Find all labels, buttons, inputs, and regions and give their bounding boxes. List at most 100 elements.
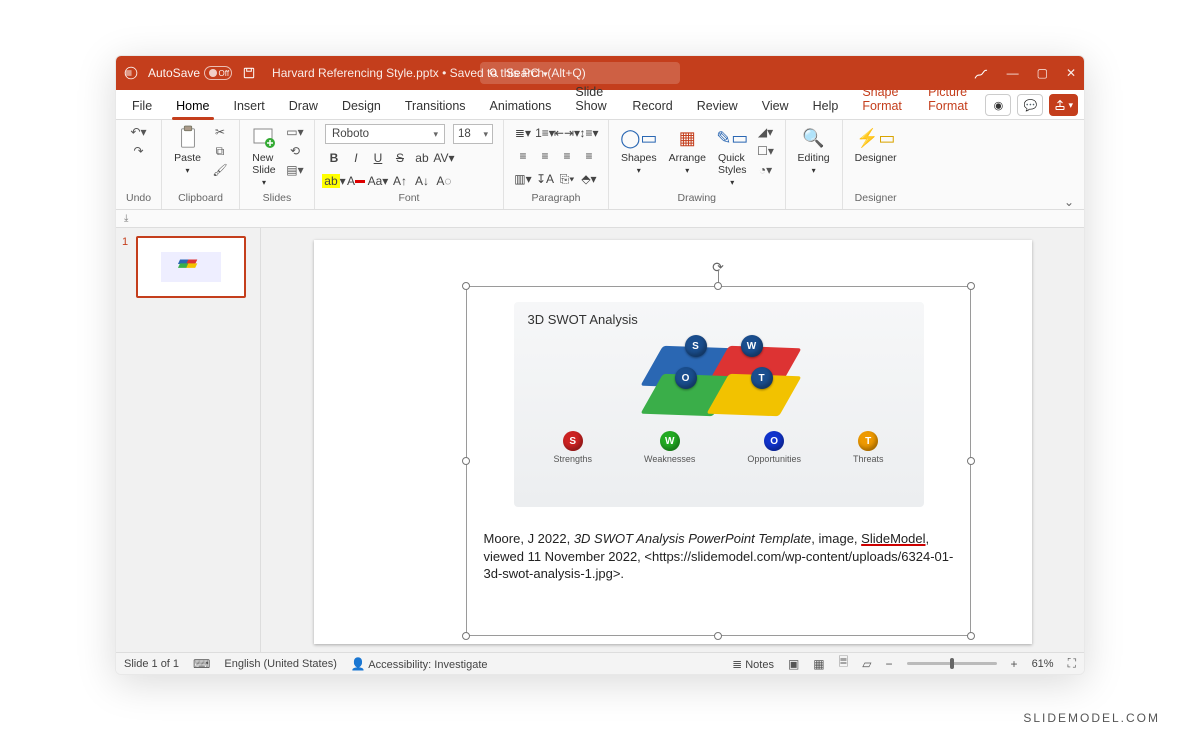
paste-button[interactable]: Paste▾ — [172, 124, 203, 177]
handle-se[interactable] — [967, 632, 975, 640]
char-spacing-button[interactable]: AV▾ — [435, 149, 453, 167]
tab-transitions[interactable]: Transitions — [395, 93, 476, 119]
share-button[interactable]: ▾ — [1049, 94, 1078, 116]
maximize-button[interactable]: ▢ — [1037, 66, 1048, 80]
tab-help[interactable]: Help — [803, 93, 849, 119]
slide-canvas-area[interactable]: 3D SWOT Analysis S W O T SStrengths WWea… — [261, 228, 1084, 652]
tab-view[interactable]: View — [752, 93, 799, 119]
slide-thumbnail-1[interactable] — [136, 236, 246, 298]
undo-button[interactable]: ↶▾ — [130, 124, 148, 140]
redo-button[interactable]: ↷ — [130, 143, 148, 159]
notes-button[interactable]: ≣ Notes — [732, 657, 774, 671]
group-label-paragraph: Paragraph — [514, 190, 598, 207]
line-spacing-button[interactable]: ↕≡▾ — [580, 124, 598, 142]
text-direction-button[interactable]: ↧A — [536, 170, 554, 188]
smartart-button[interactable]: ⬘▾ — [580, 170, 598, 188]
normal-view-button[interactable]: ▣ — [788, 657, 799, 671]
tab-review[interactable]: Review — [687, 93, 748, 119]
tab-file[interactable]: File — [122, 93, 162, 119]
grow-font-button[interactable]: A↑ — [391, 172, 409, 190]
shape-outline-button[interactable]: ☐▾ — [757, 143, 775, 159]
italic-button[interactable]: I — [347, 149, 365, 167]
slide-indicator[interactable]: Slide 1 of 1 — [124, 658, 179, 670]
handle-n[interactable] — [714, 282, 722, 290]
layout-button[interactable]: ▭▾ — [286, 124, 304, 140]
align-left-button[interactable]: ≡ — [514, 147, 532, 165]
editing-button[interactable]: 🔍Editing▾ — [796, 124, 832, 177]
quick-styles-button[interactable]: ✎▭Quick Styles▾ — [716, 124, 749, 189]
clear-format-button[interactable]: A◌ — [435, 172, 453, 190]
comments-button[interactable]: 💬 — [1017, 94, 1043, 116]
sorter-view-button[interactable]: ▦ — [813, 657, 824, 671]
shapes-button[interactable]: ◯▭Shapes▾ — [619, 124, 659, 177]
font-size-select[interactable]: 18▾ — [453, 124, 493, 144]
tab-slideshow[interactable]: Slide Show — [565, 79, 618, 119]
group-label-undo: Undo — [126, 190, 151, 207]
slideshow-view-button[interactable]: ▱ — [862, 657, 871, 671]
autosave-toggle[interactable]: AutoSave Off — [148, 66, 232, 80]
minimize-button[interactable]: — — [1007, 66, 1019, 80]
zoom-out-button[interactable]: − — [886, 657, 893, 671]
customize-qat-button[interactable]: ⤓ — [124, 213, 128, 224]
designer-button[interactable]: ⚡▭Designer — [853, 124, 899, 166]
tab-animations[interactable]: Animations — [480, 93, 562, 119]
collapse-ribbon-button[interactable]: ⌄ — [1064, 195, 1074, 209]
zoom-slider[interactable] — [907, 662, 997, 665]
zoom-in-button[interactable]: + — [1011, 657, 1018, 671]
accessibility-status[interactable]: Accessibility: Investigate — [368, 659, 487, 671]
handle-nw[interactable] — [462, 282, 470, 290]
handle-e[interactable] — [967, 457, 975, 465]
reset-button[interactable]: ⟲ — [286, 143, 304, 159]
tab-picture-format[interactable]: Picture Format — [918, 79, 981, 119]
selection-frame[interactable]: ⟳ — [466, 286, 971, 636]
font-name-select[interactable]: Roboto▾ — [325, 124, 445, 144]
bold-button[interactable]: B — [325, 149, 343, 167]
format-painter-button[interactable]: 🖌 — [211, 162, 229, 178]
thumb-number: 1 — [122, 236, 128, 248]
handle-s[interactable] — [714, 632, 722, 640]
camera-button[interactable]: ◉ — [985, 94, 1011, 116]
tab-insert[interactable]: Insert — [224, 93, 275, 119]
watermark: SLIDEMODEL.COM — [1023, 711, 1160, 725]
handle-w[interactable] — [462, 457, 470, 465]
tab-design[interactable]: Design — [332, 93, 391, 119]
section-button[interactable]: ▤▾ — [286, 162, 304, 178]
reading-view-button[interactable]: 🗏 — [839, 653, 849, 674]
align-right-button[interactable]: ≡ — [558, 147, 576, 165]
tab-home[interactable]: Home — [166, 93, 219, 119]
spellcheck-icon[interactable]: ⌨ — [193, 657, 210, 671]
tab-record[interactable]: Record — [622, 93, 682, 119]
shadow-button[interactable]: ab — [413, 149, 431, 167]
font-color-button[interactable]: A — [347, 172, 365, 190]
list-level-button[interactable]: ⇤⇥▾ — [558, 124, 576, 142]
numbering-button[interactable]: 1≡▾ — [536, 124, 554, 142]
highlight-button[interactable]: ab▾ — [325, 172, 343, 190]
zoom-level[interactable]: 61% — [1032, 658, 1054, 670]
tab-draw[interactable]: Draw — [279, 93, 328, 119]
save-icon[interactable] — [242, 66, 256, 80]
app-window: AutoSave Off Harvard Referencing Style.p… — [115, 55, 1085, 675]
handle-sw[interactable] — [462, 632, 470, 640]
shrink-font-button[interactable]: A↓ — [413, 172, 431, 190]
align-center-button[interactable]: ≡ — [536, 147, 554, 165]
change-case-button[interactable]: Aa▾ — [369, 172, 387, 190]
justify-button[interactable]: ≡ — [580, 147, 598, 165]
new-slide-button[interactable]: New Slide▾ — [250, 124, 278, 189]
bullets-button[interactable]: ≣▾ — [514, 124, 532, 142]
columns-button[interactable]: ▥▾ — [514, 170, 532, 188]
group-label-editing — [796, 190, 832, 207]
language-indicator[interactable]: English (United States) — [224, 658, 337, 670]
underline-button[interactable]: U — [369, 149, 387, 167]
strike-button[interactable]: S — [391, 149, 409, 167]
shape-fill-button[interactable]: ◢▾ — [757, 124, 775, 140]
handle-ne[interactable] — [967, 282, 975, 290]
cut-button[interactable]: ✂ — [211, 124, 229, 140]
copy-button[interactable]: ⧉ — [211, 143, 229, 159]
arrange-button[interactable]: ▦Arrange▾ — [667, 124, 708, 177]
fit-to-window-button[interactable]: ⛶ — [1068, 656, 1076, 671]
group-label-drawing: Drawing — [619, 190, 775, 207]
shape-effects-button[interactable]: ◔▾ — [757, 162, 775, 178]
align-text-button[interactable]: ⎘▾ — [558, 170, 576, 188]
close-button[interactable]: ✕ — [1066, 66, 1076, 80]
tab-shape-format[interactable]: Shape Format — [852, 79, 914, 119]
